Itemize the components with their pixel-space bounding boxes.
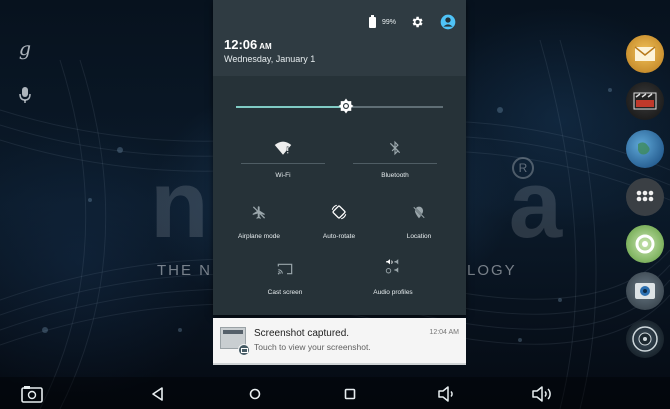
notification-text: Touch to view your screenshot. <box>254 342 371 352</box>
quick-settings-header: 99% 12:06 AM Wednesday, January 1 <box>213 0 466 76</box>
app-drawer-icon[interactable] <box>626 178 664 216</box>
tile-location-label: Location <box>406 233 432 240</box>
volume-down-icon[interactable] <box>435 383 459 405</box>
airplane-icon <box>252 206 266 219</box>
microphone-icon[interactable] <box>14 84 36 106</box>
tile-bluetooth-label: Bluetooth <box>381 172 409 179</box>
notification-time: 12:04 AM <box>429 329 459 336</box>
tile-cast[interactable]: Cast screen <box>243 260 327 300</box>
registered-mark: R <box>512 157 534 179</box>
brand-tagline-left: THE N <box>157 262 212 279</box>
back-button-icon[interactable] <box>146 383 170 405</box>
tile-autorotate[interactable]: Auto-rotate <box>303 203 375 243</box>
clock-date[interactable]: Wednesday, January 1 <box>224 54 315 64</box>
battery-icon <box>368 14 376 28</box>
recents-button-icon[interactable] <box>338 383 362 405</box>
tile-location[interactable]: Location <box>383 203 455 243</box>
gear-icon[interactable] <box>410 15 424 29</box>
location-off-icon <box>413 206 425 219</box>
volume-up-icon[interactable] <box>530 383 554 405</box>
screenshot-badge-icon <box>238 344 250 356</box>
tile-audio-profiles[interactable]: Audio profiles <box>351 258 435 300</box>
bluetooth-off-icon <box>389 140 401 156</box>
settings-app-icon[interactable] <box>626 225 664 263</box>
audio-profiles-icon <box>385 259 399 274</box>
user-avatar-icon[interactable] <box>440 14 456 30</box>
tile-airplane-label: Airplane mode <box>238 233 280 240</box>
cast-icon <box>277 263 293 275</box>
home-button-icon[interactable] <box>243 383 267 405</box>
email-app-icon[interactable] <box>626 35 664 73</box>
tile-cast-label: Cast screen <box>267 289 303 296</box>
clock-time[interactable]: 12:06 AM <box>224 37 272 52</box>
brightness-fill <box>236 106 346 108</box>
brand-tagline-right: LOGY <box>467 262 517 279</box>
tile-wifi-divider <box>241 163 325 164</box>
google-search-icon[interactable]: g <box>14 38 36 60</box>
battery-percentage: 99% <box>381 18 396 26</box>
camera-app-icon[interactable] <box>626 272 664 310</box>
tile-audio-profiles-label: Audio profiles <box>373 289 413 296</box>
quick-settings-panel: 99% 12:06 AM Wednesday, January 1 Wi-Fi … <box>213 0 466 315</box>
tile-airplane[interactable]: Airplane mode <box>223 203 295 243</box>
clock-hours: 12:06 <box>224 37 258 52</box>
tile-wifi[interactable]: Wi-Fi <box>241 138 325 182</box>
auto-rotate-icon <box>331 204 347 220</box>
navigation-bar <box>0 377 670 409</box>
clock-ampm: AM <box>259 42 272 51</box>
notification-title: Screenshot captured. <box>254 328 350 339</box>
tile-autorotate-label: Auto-rotate <box>322 233 356 240</box>
browser-globe-icon[interactable] <box>626 130 664 168</box>
screenshot-button-icon[interactable] <box>20 383 44 405</box>
notification-divider <box>213 363 466 365</box>
screenshot-notification[interactable]: Screenshot captured. Touch to view your … <box>213 318 466 365</box>
tile-bluetooth[interactable]: Bluetooth <box>353 138 437 182</box>
status-row: 99% <box>368 13 456 31</box>
wifi-icon <box>274 141 292 155</box>
music-app-icon[interactable] <box>626 320 664 358</box>
video-app-icon[interactable] <box>626 82 664 120</box>
brightness-thumb-icon[interactable] <box>337 97 355 115</box>
tile-bluetooth-divider <box>353 163 437 164</box>
tile-wifi-label: Wi-Fi <box>275 172 291 179</box>
